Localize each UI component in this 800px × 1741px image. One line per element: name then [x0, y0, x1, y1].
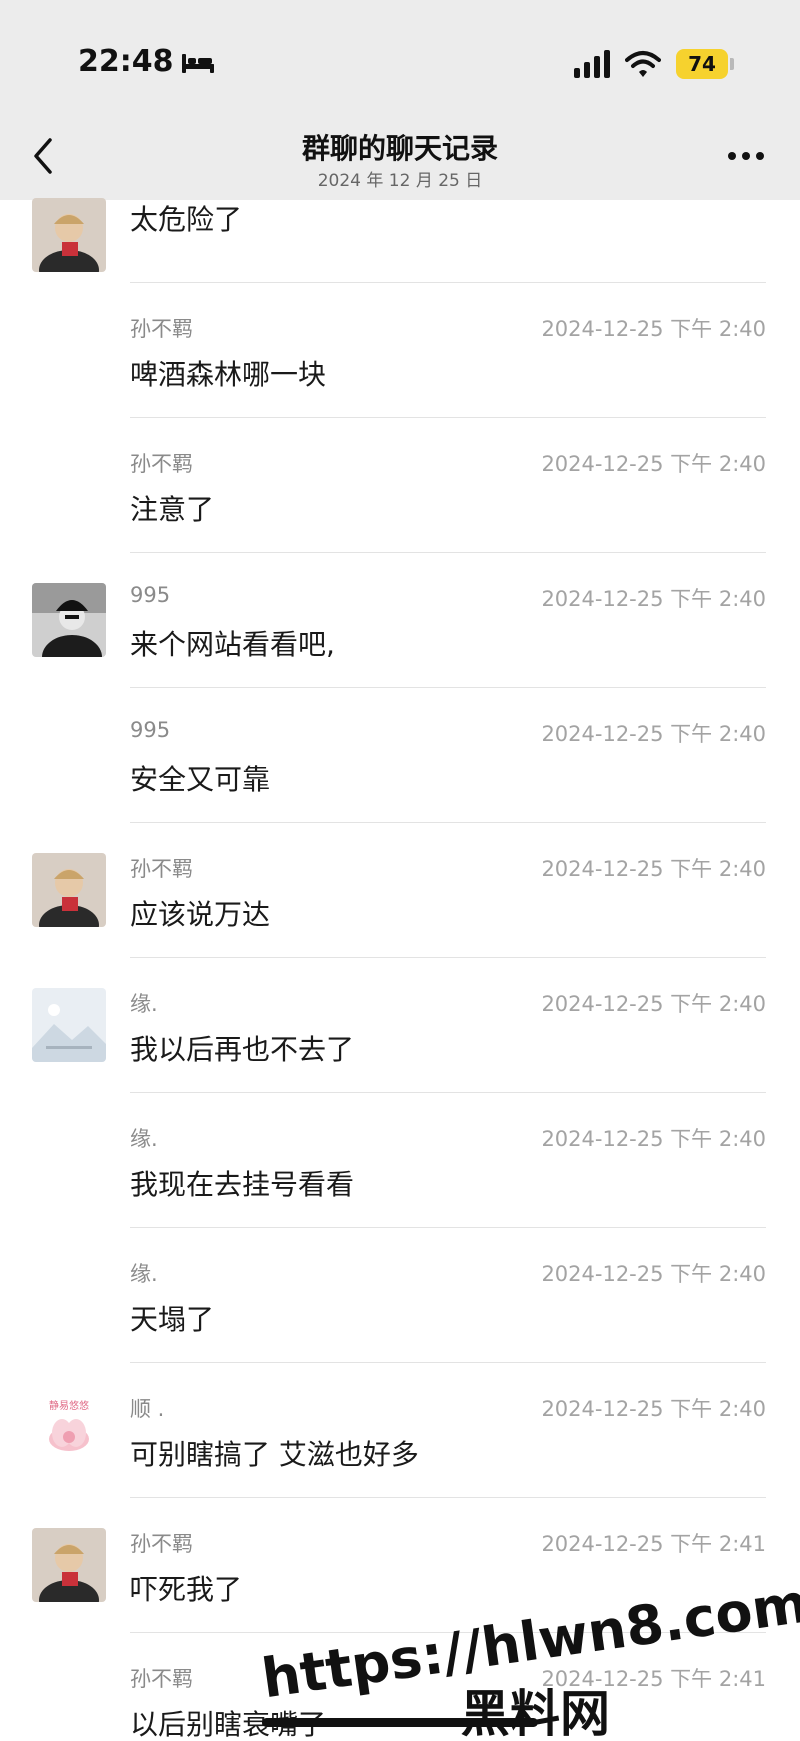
sender-name: 孙不羁 — [130, 1667, 193, 1691]
message-text: 啤酒森林哪一块 — [130, 358, 327, 391]
message-item[interactable]: 缘. 2024-12-25 下午 2:40 天塌了 — [0, 1228, 800, 1363]
sender-name: 缘. — [130, 1262, 158, 1286]
message-text: 我现在去挂号看看 — [130, 1168, 355, 1201]
message-text: 应该说万达 — [130, 898, 271, 931]
avatar-sun-icon — [32, 1528, 106, 1602]
wifi-icon — [625, 51, 661, 77]
avatar[interactable] — [32, 988, 106, 1062]
sender-name: 孙不羁 — [130, 857, 193, 881]
message-time: 2024-12-25 下午 2:40 — [541, 317, 766, 341]
message-text: 吓死我了 — [130, 1573, 243, 1606]
message-time: 2024-12-25 下午 2:40 — [541, 587, 766, 611]
message-text: 天塌了 — [130, 1303, 215, 1336]
status-time: 22:48 — [78, 44, 174, 79]
message-item[interactable]: 静易悠悠 顺 . 2024-12-25 下午 2:40 可别瞎搞了 艾滋也好多 — [0, 1363, 800, 1498]
message-time: 2024-12-25 下午 2:40 — [541, 857, 766, 881]
message-item[interactable]: 孙不羁 2024-12-25 下午 2:40 应该说万达 — [0, 823, 800, 958]
message-item[interactable]: 孙不羁 2024-12-25 下午 2:40 注意了 — [0, 418, 800, 553]
watermark-name: 黑料网 — [460, 1685, 610, 1741]
battery-tip — [730, 58, 734, 70]
sender-name: 孙不羁 — [130, 452, 193, 476]
avatar-shun-icon: 静易悠悠 — [32, 1393, 106, 1467]
message-time: 2024-12-25 下午 2:40 — [541, 1127, 766, 1151]
sender-name: 缘. — [130, 1127, 158, 1151]
message-text: 太危险了 — [130, 203, 243, 236]
message-item[interactable]: 缘. 2024-12-25 下午 2:40 我现在去挂号看看 — [0, 1093, 800, 1228]
message-item[interactable]: 995 2024-12-25 下午 2:40 安全又可靠 — [0, 688, 800, 823]
message-text: 我以后再也不去了 — [130, 1033, 355, 1066]
avatar[interactable] — [32, 853, 106, 927]
sender-name: 995 — [130, 583, 171, 607]
message-text: 注意了 — [130, 493, 215, 526]
avatar[interactable] — [32, 583, 106, 657]
sender-name: 顺 . — [130, 1397, 165, 1421]
message-time: 2024-12-25 下午 2:40 — [541, 992, 766, 1016]
home-indicator[interactable] — [262, 1718, 538, 1727]
sender-name: 孙不羁 — [130, 1532, 193, 1556]
avatar[interactable]: 静易悠悠 — [32, 1393, 106, 1467]
avatar-yuan-icon — [32, 988, 106, 1062]
avatar-995-icon — [32, 583, 106, 657]
message-item[interactable]: 太危险了 — [0, 148, 800, 283]
message-time: 2024-12-25 下午 2:40 — [541, 1262, 766, 1286]
sender-name: 孙不羁 — [130, 317, 193, 341]
message-text: 安全又可靠 — [130, 763, 271, 796]
avatar[interactable] — [32, 198, 106, 272]
message-item[interactable]: 缘. 2024-12-25 下午 2:40 我以后再也不去了 — [0, 958, 800, 1093]
avatar-label: 静易悠悠 — [49, 1399, 89, 1412]
avatar[interactable] — [32, 1528, 106, 1602]
sleep-focus-icon — [182, 54, 214, 73]
message-time: 2024-12-25 下午 2:40 — [541, 722, 766, 746]
avatar-sun-icon — [32, 198, 106, 272]
message-text: 可别瞎搞了 艾滋也好多 — [130, 1438, 419, 1471]
message-time: 2024-12-25 下午 2:41 — [541, 1532, 766, 1556]
message-time: 2024-12-25 下午 2:40 — [541, 1397, 766, 1421]
message-time: 2024-12-25 下午 2:40 — [541, 452, 766, 476]
message-item[interactable]: 孙不羁 2024-12-25 下午 2:40 啤酒森林哪一块 — [0, 283, 800, 418]
message-text: 来个网站看看吧, — [130, 628, 335, 661]
avatar-sun-icon — [32, 853, 106, 927]
sender-name: 995 — [130, 718, 171, 742]
battery-indicator: 74 — [676, 49, 728, 79]
sender-name: 缘. — [130, 992, 158, 1016]
cellular-signal-icon — [574, 50, 610, 78]
message-item[interactable]: 995 2024-12-25 下午 2:40 来个网站看看吧, — [0, 553, 800, 688]
